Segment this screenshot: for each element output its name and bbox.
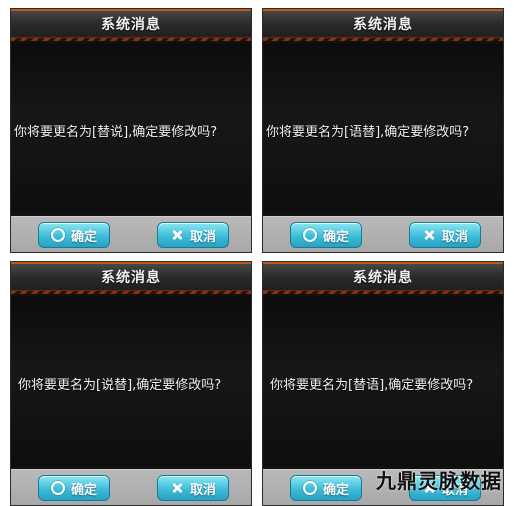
cancel-button[interactable]: 取消	[157, 475, 229, 501]
cancel-label: 取消	[441, 229, 468, 245]
dialog-2: 系统消息 你将要更名为[语替],确定要修改吗? 确定 取消	[262, 8, 504, 253]
dialog-title: 系统消息	[101, 270, 161, 286]
cancel-label: 取消	[189, 229, 216, 245]
dialog-titlebar: 系统消息	[263, 9, 503, 41]
confirm-button[interactable]: 确定	[38, 475, 110, 501]
dialog-content: 你将要更名为[说替],确定要修改吗?	[11, 296, 251, 466]
cancel-label: 取消	[189, 482, 216, 498]
confirm-label: 确定	[322, 482, 349, 498]
dialog-content: 你将要更名为[替说],确定要修改吗?	[11, 43, 251, 213]
confirm-button[interactable]: 确定	[290, 222, 362, 248]
dialog-titlebar: 系统消息	[11, 9, 251, 41]
dialog-message: 你将要更名为[说替],确定要修改吗?	[18, 378, 222, 393]
x-icon	[170, 481, 184, 495]
dialog-title: 系统消息	[353, 270, 413, 286]
dialog-title: 系统消息	[353, 17, 413, 33]
confirm-label: 确定	[322, 229, 349, 245]
dialog-titlebar: 系统消息	[263, 262, 503, 294]
x-icon	[170, 228, 184, 242]
circle-icon	[50, 228, 65, 242]
dialog-3: 系统消息 你将要更名为[说替],确定要修改吗? 确定 取消	[10, 261, 252, 506]
dialog-titlebar: 系统消息	[11, 262, 251, 294]
dialog-message: 你将要更名为[替说],确定要修改吗?	[14, 125, 218, 140]
confirm-label: 确定	[70, 482, 97, 498]
confirm-label: 确定	[70, 229, 97, 245]
circle-icon	[50, 481, 65, 495]
x-icon	[422, 228, 436, 242]
dialog-content: 你将要更名为[替语],确定要修改吗?	[263, 296, 503, 466]
watermark-text: 九鼎灵脉数据	[376, 469, 502, 493]
dialog-message: 你将要更名为[语替],确定要修改吗?	[266, 125, 470, 140]
cancel-button[interactable]: 取消	[157, 222, 229, 248]
dialog-title: 系统消息	[101, 17, 161, 33]
dialog-footer: 确定 取消	[263, 216, 503, 252]
cancel-button[interactable]: 取消	[409, 222, 481, 248]
dialog-1: 系统消息 你将要更名为[替说],确定要修改吗? 确定 取消	[10, 8, 252, 253]
confirm-button[interactable]: 确定	[38, 222, 110, 248]
dialog-content: 你将要更名为[语替],确定要修改吗?	[263, 43, 503, 213]
circle-icon	[302, 228, 317, 242]
dialog-footer: 确定 取消	[11, 216, 251, 252]
confirm-button[interactable]: 确定	[290, 475, 362, 501]
circle-icon	[302, 481, 317, 495]
dialog-message: 你将要更名为[替语],确定要修改吗?	[270, 378, 474, 393]
